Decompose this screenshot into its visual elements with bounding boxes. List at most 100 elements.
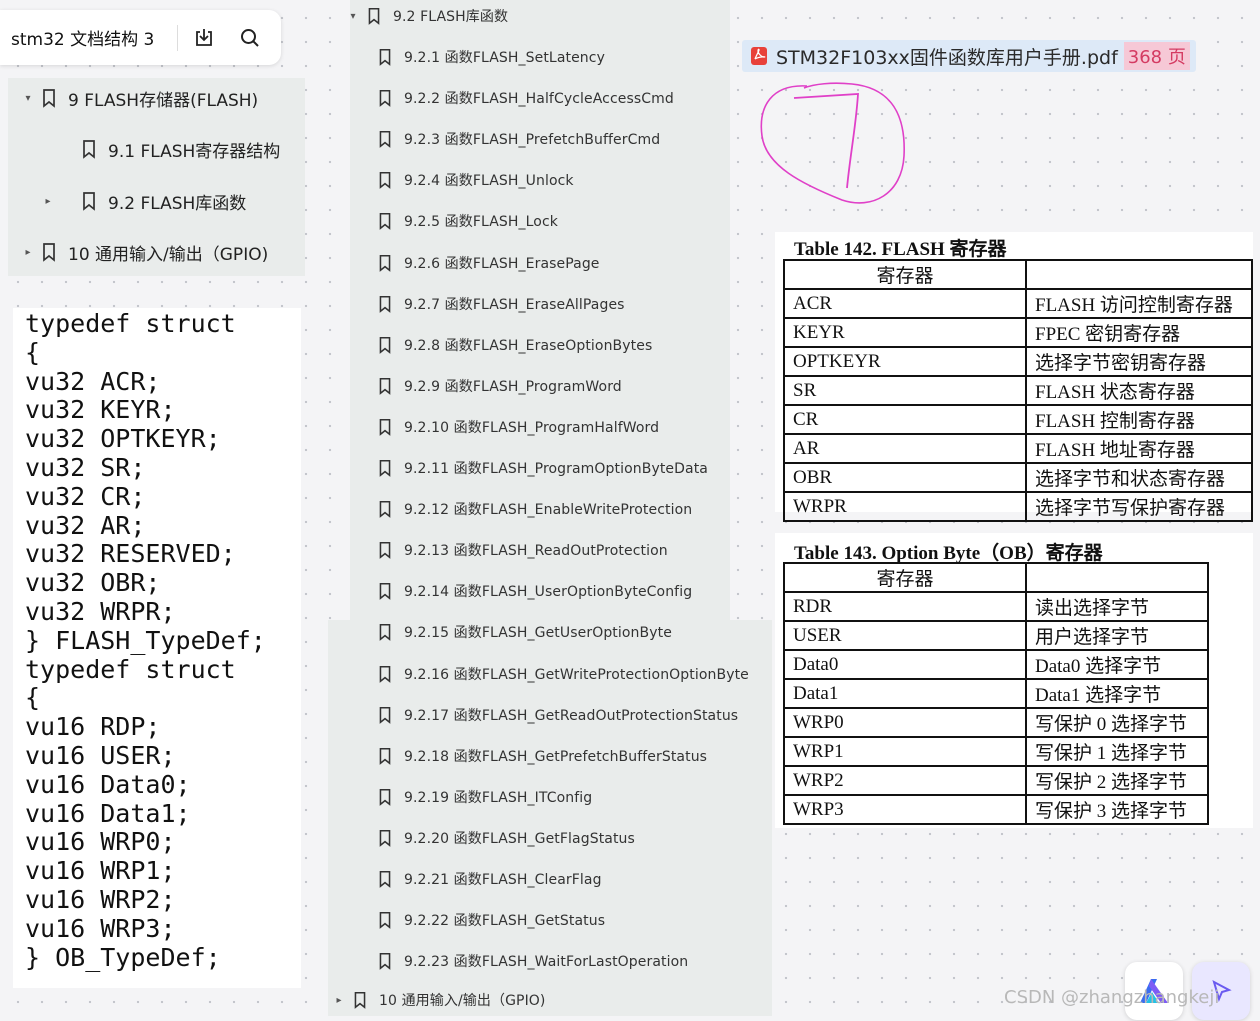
bookmark-icon <box>38 87 60 109</box>
table-header-row: 寄存器 <box>783 259 1253 290</box>
register-name-cell: WRPR <box>783 491 1027 522</box>
expand-toggle-icon[interactable]: ▾ <box>347 11 359 22</box>
outline-item-label: 9.2.6 函数FLASH_ErasePage <box>404 255 600 272</box>
search-button[interactable] <box>230 18 270 58</box>
table-header-cell <box>1025 259 1253 290</box>
expand-toggle-icon[interactable]: ▾ <box>22 93 34 104</box>
bookmark-icon <box>374 868 396 890</box>
expand-toggle-icon[interactable]: ▸ <box>22 247 34 258</box>
register-name-cell: WRP2 <box>783 765 1027 796</box>
outline-item-label: 9.2 FLASH库函数 <box>108 193 247 214</box>
outline-item[interactable]: 9.2.3 函数FLASH_PrefetchBufferCmd <box>370 128 660 150</box>
outline-item-label: 9.2 FLASH库函数 <box>393 9 509 25</box>
outline-item[interactable]: 9.2.5 函数FLASH_Lock <box>370 210 558 232</box>
register-name-cell: Data0 <box>783 649 1027 680</box>
outline-item-label: 9.2.18 函数FLASH_GetPrefetchBufferStatus <box>404 748 708 765</box>
outline-item[interactable]: 9.2.10 函数FLASH_ProgramHalfWord <box>370 416 659 438</box>
register-desc-cell: FLASH 控制寄存器 <box>1025 404 1253 435</box>
register-name-cell: KEYR <box>783 317 1027 348</box>
outline-item-label: 9.2.16 函数FLASH_GetWriteProtectionOptionB… <box>404 666 749 683</box>
bookmark-icon <box>374 950 396 972</box>
outline-item[interactable]: 9.2.15 函数FLASH_GetUserOptionByte <box>370 621 672 643</box>
outline-item[interactable]: 9.2.17 函数FLASH_GetReadOutProtectionStatu… <box>370 704 738 726</box>
handwritten-annotation <box>760 82 905 204</box>
download-button[interactable] <box>184 18 224 58</box>
code-line: vu32 AR; <box>25 510 146 540</box>
outline-item[interactable]: ▾ 9 FLASH存储器(FLASH) <box>22 86 258 111</box>
outline-item[interactable]: 9.2.2 函数FLASH_HalfCycleAccessCmd <box>370 87 674 109</box>
code-line: vu32 OPTKEYR; <box>25 424 221 454</box>
register-desc-cell: 读出选择字节 <box>1025 591 1209 622</box>
outline-item[interactable]: 9.2.11 函数FLASH_ProgramOptionByteData <box>370 457 708 479</box>
code-line: vu32 RESERVED; <box>25 539 236 569</box>
download-icon <box>196 28 212 46</box>
expand-toggle-icon[interactable]: ▸ <box>333 995 345 1006</box>
outline-item[interactable]: 9.2.9 函数FLASH_ProgramWord <box>370 375 622 397</box>
register-name-cell: USER <box>783 620 1027 651</box>
pdf-filename: STM32F103xx固件函数库用户手册.pdf <box>776 46 1118 69</box>
code-line: typedef struct <box>25 654 236 684</box>
outline-item-label: 9.2.11 函数FLASH_ProgramOptionByteData <box>404 461 708 477</box>
table-row: WRP0 写保护 0 选择字节 <box>783 707 1209 738</box>
flash-register-table: 寄存器 ACR FLASH 访问控制寄存器 KEYR FPEC 密钥寄存器 OPTKEYR… <box>783 259 1253 522</box>
table-row: KEYR FPEC 密钥寄存器 <box>783 317 1253 348</box>
outline-item-label: 9.2.12 函数FLASH_EnableWriteProtection <box>404 502 693 519</box>
outline-item[interactable]: 9.2.20 函数FLASH_GetFlagStatus <box>370 827 635 849</box>
register-desc-cell: 选择字节写保护寄存器 <box>1025 491 1253 522</box>
register-desc-cell: FLASH 地址寄存器 <box>1025 433 1253 464</box>
bookmark-icon <box>78 190 100 212</box>
register-name-cell: WRP1 <box>783 736 1027 767</box>
outline-item[interactable]: 9.2.14 函数FLASH_UserOptionByteConfig <box>370 580 692 602</box>
outline-item-label: 9.2.8 函数FLASH_EraseOptionBytes <box>404 337 653 354</box>
outline-item[interactable]: 9.1 FLASH寄存器结构 <box>42 137 280 162</box>
outline-item-footer[interactable]: ▸ 10 通用输入/输出（GPIO) <box>333 989 545 1011</box>
table-header-cell: 寄存器 <box>783 562 1027 593</box>
code-line: vu16 RDP; <box>25 712 161 742</box>
table-header-cell <box>1025 562 1209 593</box>
bookmark-icon <box>374 169 396 191</box>
outline-item[interactable]: 9.2.1 函数FLASH_SetLatency <box>370 46 605 68</box>
pdf-icon <box>751 47 767 65</box>
register-desc-cell: FPEC 密钥寄存器 <box>1025 317 1253 348</box>
expand-toggle-icon[interactable]: ▸ <box>42 196 54 207</box>
outline-item[interactable]: 9.2.16 函数FLASH_GetWriteProtectionOptionB… <box>370 663 749 685</box>
code-line: { <box>25 337 41 367</box>
register-desc-cell: 写保护 1 选择字节 <box>1025 736 1209 767</box>
outline-item[interactable]: 9.2.23 函数FLASH_WaitForLastOperation <box>370 950 688 972</box>
outline-item-label: 9.2.5 函数FLASH_Lock <box>404 214 558 231</box>
code-line: vu32 KEYR; <box>25 395 176 425</box>
register-desc-cell: 写保护 3 选择字节 <box>1025 794 1209 825</box>
outline-item[interactable]: 9.2.8 函数FLASH_EraseOptionBytes <box>370 334 652 356</box>
watermark-text: CSDN @zhangzhangkeji <box>1004 987 1220 1008</box>
bookmark-icon <box>374 621 396 643</box>
outline-item-label: 9.2.19 函数FLASH_ITConfig <box>404 789 593 806</box>
outline-item-label: 9.2.2 函数FLASH_HalfCycleAccessCmd <box>404 91 674 108</box>
outline-item-label: 9.2.23 函数FLASH_WaitForLastOperation <box>404 954 689 971</box>
code-line: vu32 OBR; <box>25 568 161 598</box>
table-row: Data1 Data1 选择字节 <box>783 678 1209 709</box>
table-row: WRPR 选择字节写保护寄存器 <box>783 491 1253 522</box>
pdf-attachment[interactable]: STM32F103xx固件函数库用户手册.pdf 368 页 <box>742 40 1196 72</box>
outline-item[interactable]: 9.2.21 函数FLASH_ClearFlag <box>370 868 602 890</box>
outline-item-header[interactable]: ▾ 9.2 FLASH库函数 <box>347 5 508 27</box>
outline-item[interactable]: 9.2.18 函数FLASH_GetPrefetchBufferStatus <box>370 745 707 767</box>
outline-item[interactable]: ▸ 10 通用输入/输出（GPIO) <box>22 240 268 265</box>
register-name-cell: Data1 <box>783 678 1027 709</box>
table-row: OBR 选择字节和状态寄存器 <box>783 462 1253 493</box>
outline-item[interactable]: 9.2.4 函数FLASH_Unlock <box>370 169 574 191</box>
outline-item[interactable]: 9.2.12 函数FLASH_EnableWriteProtection <box>370 498 692 520</box>
outline-item-label: 9.2.21 函数FLASH_ClearFlag <box>404 872 602 888</box>
outline-item[interactable]: 9.2.6 函数FLASH_ErasePage <box>370 252 600 274</box>
register-desc-cell: 写保护 2 选择字节 <box>1025 765 1209 796</box>
outline-item[interactable]: 9.2.22 函数FLASH_GetStatus <box>370 909 605 931</box>
outline-item[interactable]: 9.2.7 函数FLASH_EraseAllPages <box>370 293 625 315</box>
table-143-title: Table 143. Option Byte（OB）寄存器 <box>794 543 1103 564</box>
outline-item[interactable]: ▸ 9.2 FLASH库函数 <box>42 189 247 214</box>
outline-item[interactable]: 9.2.19 函数FLASH_ITConfig <box>370 786 592 808</box>
outline-item-label: 10 通用输入/输出（GPIO) <box>379 993 546 1009</box>
outline-item[interactable]: 9.2.13 函数FLASH_ReadOutProtection <box>370 539 668 561</box>
pdf-page-count: 368 页 <box>1123 42 1190 70</box>
code-line: vu16 WRP3; <box>25 913 176 943</box>
bookmark-icon <box>374 128 396 150</box>
register-name-cell: CR <box>783 404 1027 435</box>
